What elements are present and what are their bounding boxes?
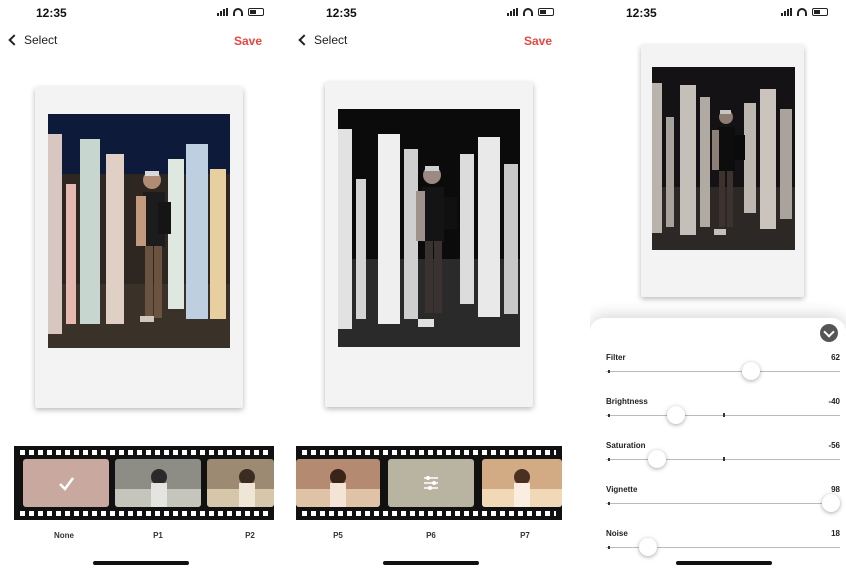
filter-label-p5: P5 <box>333 531 343 540</box>
filter-thumb-p2[interactable] <box>207 459 274 507</box>
adjustment-label: Brightness <box>606 397 648 406</box>
instax-print <box>325 82 533 407</box>
signal-icon <box>217 8 228 16</box>
adjustment-saturation: Saturation -56 <box>606 441 840 481</box>
battery-icon <box>812 8 828 16</box>
sliders-icon <box>424 476 438 490</box>
home-indicator <box>676 561 772 565</box>
adjustment-label: Saturation <box>606 441 646 450</box>
slider-start-tick <box>608 546 610 549</box>
status-icons <box>781 8 828 16</box>
home-indicator <box>93 561 189 565</box>
filter-thumb-none[interactable] <box>23 459 109 507</box>
film-perforation <box>20 450 268 455</box>
adjustment-label: Vignette <box>606 485 638 494</box>
filter-label-p2: P2 <box>245 531 255 540</box>
status-bar: 12:35 <box>590 4 846 22</box>
filter-label-p6: P6 <box>426 531 436 540</box>
back-label: Select <box>314 33 348 47</box>
home-indicator <box>383 561 479 565</box>
filter-label-p7: P7 <box>520 531 530 540</box>
adjustment-value: 18 <box>831 529 840 538</box>
chevron-left-icon <box>298 34 310 46</box>
slider-start-tick <box>608 502 610 505</box>
back-label: Select <box>24 33 58 47</box>
status-icons <box>507 8 554 16</box>
battery-icon <box>248 8 264 16</box>
nav-bar: Select Save <box>0 32 282 52</box>
filter-film-strip[interactable] <box>14 446 274 520</box>
film-perforation <box>20 511 268 516</box>
adjustment-label: Filter <box>606 353 626 362</box>
filter-thumb-p7[interactable] <box>482 459 562 507</box>
nav-bar: Select Save <box>290 32 572 52</box>
chevron-left-icon <box>8 34 20 46</box>
battery-icon <box>538 8 554 16</box>
photo-preview <box>338 109 520 347</box>
filter-label-none: None <box>54 531 74 540</box>
instax-print <box>35 87 243 408</box>
wifi-icon <box>797 8 807 16</box>
wifi-icon <box>233 8 243 16</box>
adjustment-value: 62 <box>831 353 840 362</box>
adjustment-value: 98 <box>831 485 840 494</box>
adjustment-value: -40 <box>828 397 840 406</box>
slider-track[interactable] <box>606 371 840 372</box>
signal-icon <box>507 8 518 16</box>
slider-knob[interactable] <box>822 494 840 512</box>
status-time: 12:35 <box>36 6 67 20</box>
adjustment-value: -56 <box>828 441 840 450</box>
signal-icon <box>781 8 792 16</box>
save-button[interactable]: Save <box>234 34 262 48</box>
status-bar: 12:35 <box>290 4 572 22</box>
status-time: 12:35 <box>626 6 657 20</box>
filter-thumb-p6[interactable] <box>388 459 474 507</box>
slider-start-tick <box>608 458 610 461</box>
checkmark-icon <box>59 477 75 491</box>
back-button[interactable]: Select <box>8 33 58 47</box>
filter-thumb-p5[interactable] <box>296 459 380 507</box>
slider-knob[interactable] <box>639 538 658 556</box>
photo-preview <box>652 67 795 250</box>
film-perforation <box>302 511 556 516</box>
slider-knob[interactable] <box>667 406 686 424</box>
adjustment-label: Noise <box>606 529 628 538</box>
adjustment-filter: Filter 62 <box>606 353 840 393</box>
filter-film-strip[interactable] <box>296 446 562 520</box>
status-icons <box>217 8 264 16</box>
slider-track[interactable] <box>606 503 840 504</box>
slider-start-tick <box>608 370 610 373</box>
status-bar: 12:35 <box>0 4 282 22</box>
filter-label-p1: P1 <box>153 531 163 540</box>
adjustment-brightness: Brightness -40 <box>606 397 840 437</box>
slider-start-tick <box>608 414 610 417</box>
slider-center-tick <box>723 457 725 461</box>
save-button[interactable]: Save <box>524 34 552 48</box>
adjustments-panel: Filter 62 Brightness -40 Saturation -56 Vignet… <box>590 318 846 569</box>
editor-screen-original: 12:35 Select Save None P1 P2 <box>0 0 282 569</box>
slider-center-tick <box>723 413 725 417</box>
editor-screen-adjust: 12:35 Filter 62 Brightness -40 Saturatio… <box>590 0 846 569</box>
back-button[interactable]: Select <box>298 33 348 47</box>
filter-thumb-p1[interactable] <box>115 459 201 507</box>
editor-screen-filter: 12:35 Select Save P5 P6 P7 <box>290 0 572 569</box>
wifi-icon <box>523 8 533 16</box>
film-perforation <box>302 450 556 455</box>
status-time: 12:35 <box>326 6 357 20</box>
slider-knob[interactable] <box>742 362 761 380</box>
instax-print <box>641 45 804 297</box>
slider-knob[interactable] <box>648 450 667 468</box>
photo-preview <box>48 114 230 348</box>
collapse-chevron-icon[interactable] <box>820 324 838 342</box>
adjustment-vignette: Vignette 98 <box>606 485 840 525</box>
